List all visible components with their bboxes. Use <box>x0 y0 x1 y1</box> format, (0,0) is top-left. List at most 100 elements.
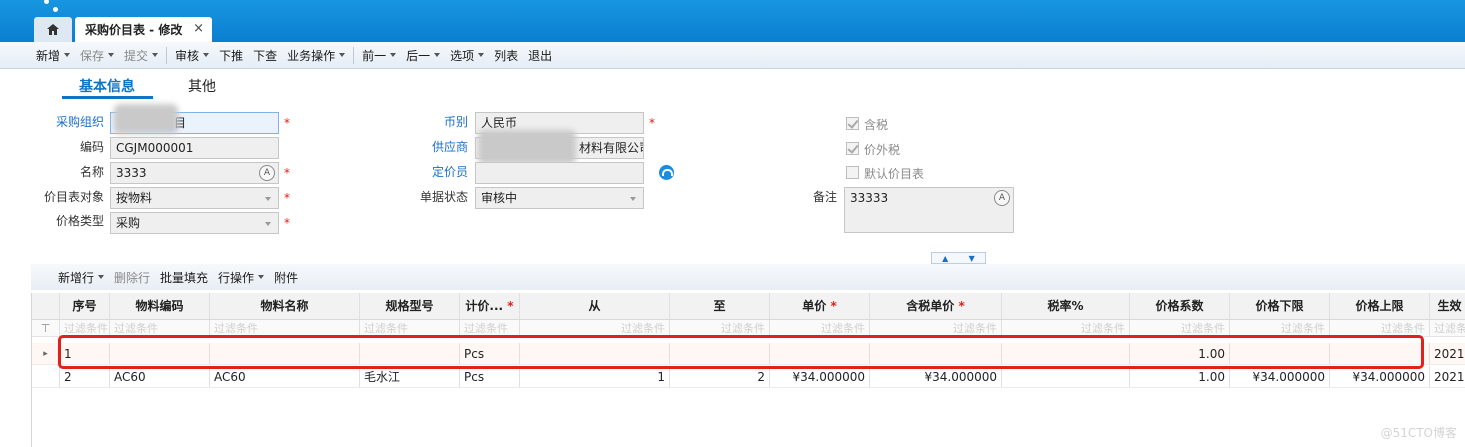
col-material-name-filter[interactable]: 过滤条件 <box>210 320 360 336</box>
col-price-min-header[interactable]: 价格下限 <box>1230 293 1330 319</box>
col-pricing-unit-filter[interactable]: 过滤条件 <box>460 320 520 336</box>
add-row-button[interactable]: 新增行 <box>53 264 109 291</box>
col-effective-filter[interactable]: 过滤条 <box>1430 320 1465 336</box>
col-price-min-cell[interactable]: ¥34.000000 <box>1230 366 1330 387</box>
row-indicator-header <box>32 293 60 319</box>
lookup-down-button[interactable]: 下查 <box>248 42 282 69</box>
col-pricing-unit-cell[interactable]: Pcs <box>460 366 520 387</box>
doc-status-select[interactable]: 审核中 <box>475 187 644 209</box>
col-pricing-unit-header[interactable]: 计价... * <box>460 293 520 319</box>
name-field[interactable]: 3333 A <box>110 162 279 184</box>
tax-included-checkbox[interactable] <box>846 117 859 130</box>
col-from-cell[interactable]: 1 <box>520 366 670 387</box>
col-material-code-header[interactable]: 物料编码 <box>110 293 210 319</box>
remark-textarea[interactable]: 33333 A <box>844 187 1014 233</box>
active-tab-indicator <box>62 96 153 99</box>
push-down-button[interactable]: 下推 <box>214 42 248 69</box>
delete-row-button[interactable]: 删除行 <box>109 264 155 291</box>
pricer-field[interactable] <box>475 162 644 184</box>
col-tax-rate-header[interactable]: 税率% <box>1002 293 1130 319</box>
col-price-max-cell[interactable]: ¥34.000000 <box>1330 366 1430 387</box>
refresh-icon[interactable] <box>659 165 674 180</box>
row-ops-button[interactable]: 行操作 <box>213 264 269 291</box>
col-price-factor-header[interactable]: 价格系数 <box>1130 293 1230 319</box>
col-price-min-filter[interactable]: 过滤条件 <box>1230 320 1330 336</box>
name-label: 名称 <box>79 165 104 179</box>
chevron-down-icon <box>434 53 441 57</box>
col-seq-filter[interactable]: 过滤条件 <box>60 320 110 336</box>
col-material-name-header[interactable]: 物料名称 <box>210 293 360 319</box>
col-tax-rate-cell[interactable] <box>1002 366 1130 387</box>
next-button[interactable]: 后一 <box>401 42 445 69</box>
col-unit-price-header[interactable]: 单价 * <box>770 293 870 319</box>
row-indicator-filter: ⊤ <box>32 320 60 336</box>
chevron-down-icon <box>203 53 210 57</box>
home-icon <box>47 24 59 35</box>
save-button[interactable]: 保存 <box>75 42 119 69</box>
col-tax-price-cell[interactable]: ¥34.000000 <box>870 366 1002 387</box>
toolbar-divider <box>166 46 168 64</box>
close-icon[interactable]: × <box>193 21 204 36</box>
col-material-code-cell[interactable]: AC60 <box>110 366 210 387</box>
col-effective-cell[interactable]: 2021-0 <box>1430 343 1465 364</box>
tab-other[interactable]: 其他 <box>188 76 216 96</box>
pricer-label[interactable]: 定价员 <box>420 161 468 183</box>
col-tax-rate-filter[interactable]: 过滤条件 <box>1002 320 1130 336</box>
col-material-name-cell[interactable]: AC60 <box>210 366 360 387</box>
chevron-up-icon[interactable]: ▲ <box>942 254 948 263</box>
col-to-filter[interactable]: 过滤条件 <box>670 320 770 336</box>
price-target-label: 价目表对象 <box>43 190 104 204</box>
col-material-code-filter[interactable]: 过滤条件 <box>110 320 210 336</box>
col-spec-header[interactable]: 规格型号 <box>360 293 460 319</box>
col-from-header[interactable]: 从 <box>520 293 670 319</box>
table-row[interactable]: 2 AC60 AC60 毛水江 Pcs 1 2 ¥34.000000 ¥34.000000 1.0… <box>32 366 1465 388</box>
col-spec-cell[interactable]: 毛水江 <box>360 366 460 387</box>
col-unit-price-cell[interactable]: ¥34.000000 <box>770 366 870 387</box>
col-price-factor-filter[interactable]: 过滤条件 <box>1130 320 1230 336</box>
submit-button[interactable]: 提交 <box>119 42 163 69</box>
price-excl-tax-checkbox[interactable] <box>846 142 859 155</box>
collapse-toggle[interactable]: ▲ ▼ <box>931 252 986 264</box>
grid-toolbar: 新增行 删除行 批量填充 行操作 附件 <box>31 264 1465 290</box>
col-seq-cell[interactable]: 2 <box>60 366 110 387</box>
code-field[interactable]: CGJM000001 <box>110 137 279 159</box>
tab-basic-info[interactable]: 基本信息 <box>79 76 135 96</box>
redacted-region <box>478 130 576 164</box>
col-tax-price-header[interactable]: 含税单价 * <box>870 293 1002 319</box>
col-price-factor-cell[interactable]: 1.00 <box>1130 366 1230 387</box>
col-effective-header[interactable]: 生效 <box>1430 293 1465 319</box>
chevron-down-icon[interactable]: ▼ <box>969 254 975 263</box>
price-type-select[interactable]: 采购 <box>110 212 279 234</box>
col-effective-cell[interactable]: 2021-0 <box>1430 366 1465 387</box>
col-price-max-header[interactable]: 价格上限 <box>1330 293 1430 319</box>
name-value: 3333 <box>116 166 147 180</box>
exit-button[interactable]: 退出 <box>523 42 557 69</box>
col-seq-header[interactable]: 序号 <box>60 293 110 319</box>
col-tax-price-filter[interactable]: 过滤条件 <box>870 320 1002 336</box>
col-from-filter[interactable]: 过滤条件 <box>520 320 670 336</box>
options-button[interactable]: 选项 <box>445 42 489 69</box>
price-type-label: 价格类型 <box>55 214 104 228</box>
batch-fill-button[interactable]: 批量填充 <box>155 264 213 291</box>
audit-button[interactable]: 审核 <box>170 42 214 69</box>
previous-button[interactable]: 前一 <box>357 42 401 69</box>
chevron-down-icon <box>339 53 346 57</box>
currency-label[interactable]: 币别 <box>420 111 468 133</box>
col-price-max-filter[interactable]: 过滤条件 <box>1330 320 1430 336</box>
default-list-checkbox[interactable] <box>846 166 859 179</box>
col-to-cell[interactable]: 2 <box>670 366 770 387</box>
business-ops-button[interactable]: 业务操作 <box>282 42 350 69</box>
supplier-label[interactable]: 供应商 <box>420 136 468 158</box>
list-button[interactable]: 列表 <box>489 42 523 69</box>
price-target-select[interactable]: 按物料 <box>110 187 279 209</box>
new-button[interactable]: 新增 <box>31 42 75 69</box>
document-tab[interactable]: 采购价目表 - 修改 × <box>75 17 212 42</box>
col-spec-filter[interactable]: 过滤条件 <box>360 320 460 336</box>
home-tab[interactable] <box>34 17 72 42</box>
col-to-header[interactable]: 至 <box>670 293 770 319</box>
col-unit-price-filter[interactable]: 过滤条件 <box>770 320 870 336</box>
attachment-button[interactable]: 附件 <box>269 264 303 291</box>
multilang-icon[interactable]: A <box>259 165 275 181</box>
purchase-org-label[interactable]: 采购组织 <box>40 111 104 133</box>
multilang-icon[interactable]: A <box>994 190 1010 206</box>
